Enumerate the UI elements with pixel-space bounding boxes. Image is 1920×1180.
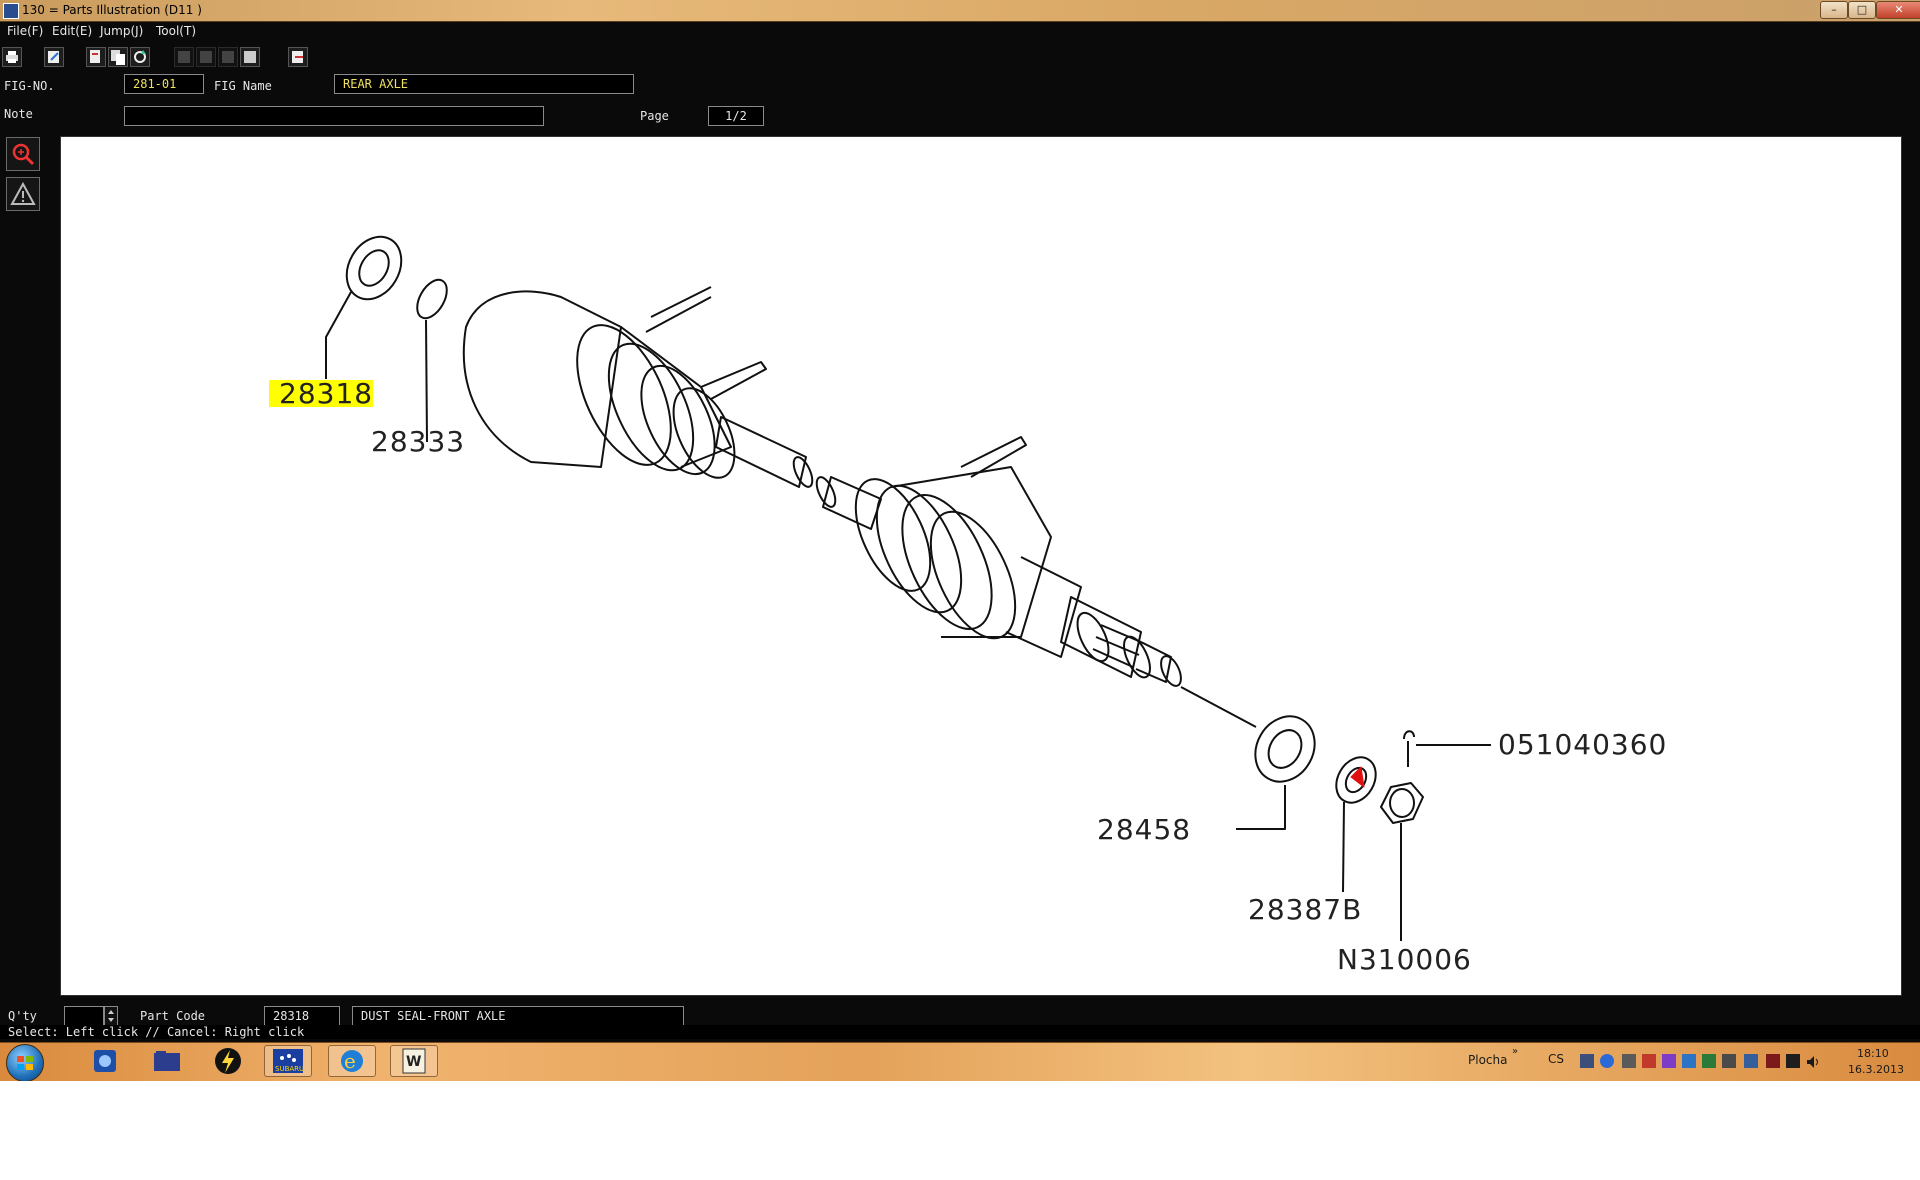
taskbar-app-3[interactable]: [204, 1045, 252, 1077]
qty-field[interactable]: [64, 1006, 104, 1026]
qty-stepper[interactable]: [104, 1006, 118, 1026]
copy-button[interactable]: [108, 47, 128, 67]
menu-file[interactable]: File(F): [7, 24, 43, 38]
edit-icon: [48, 51, 59, 63]
nav-next-icon: [200, 51, 212, 63]
edit-button[interactable]: [44, 47, 64, 67]
language-indicator[interactable]: CS: [1548, 1052, 1564, 1066]
window-title: 130 = Parts Illustration (D11 ): [22, 3, 202, 17]
page-field[interactable]: 1/2: [708, 106, 764, 126]
callout-28333[interactable]: 28333: [371, 425, 465, 458]
start-button[interactable]: [6, 1044, 44, 1082]
cotter-pin-part[interactable]: [1403, 730, 1415, 767]
part-code-label: Part Code: [140, 1009, 206, 1023]
note-label: Note: [4, 107, 33, 121]
callout-28318[interactable]: 28318: [279, 377, 373, 410]
menu-tool[interactable]: Tool(T): [156, 24, 196, 38]
callout-28458[interactable]: 28458: [1097, 813, 1191, 846]
exit-button[interactable]: [288, 47, 308, 67]
chevron-right-icon[interactable]: »: [1512, 1046, 1518, 1057]
clock-date[interactable]: 16.3.2013: [1848, 1063, 1904, 1076]
taskbar-app-2[interactable]: [142, 1045, 190, 1077]
qty-label: Q'ty: [8, 1009, 37, 1023]
part-name-field[interactable]: DUST SEAL-FRONT AXLE: [352, 1006, 684, 1026]
desktop-toolbar-label[interactable]: Plocha: [1468, 1053, 1507, 1067]
word-document-icon: W: [402, 1048, 426, 1074]
blue-app-icon: [94, 1050, 116, 1072]
blank-area: [0, 1081, 1920, 1180]
tray-app-icon[interactable]: [1642, 1054, 1656, 1068]
status-bar: Select: Left click // Cancel: Right clic…: [0, 1025, 1920, 1039]
taskbar-app-1[interactable]: [80, 1045, 128, 1077]
speaker-icon: [1807, 1056, 1818, 1068]
taskbar-app-ie[interactable]: e: [328, 1045, 376, 1077]
next-fig-button[interactable]: [196, 47, 216, 67]
svg-text:e: e: [344, 1049, 356, 1073]
clock-time[interactable]: 18:10: [1857, 1047, 1889, 1060]
washer-part[interactable]: [1244, 706, 1326, 793]
print-button[interactable]: [2, 47, 22, 67]
o-ring-part[interactable]: [411, 275, 453, 323]
folder-app-icon: [154, 1051, 180, 1071]
subaru-app-icon: SUBARU: [273, 1049, 304, 1073]
internet-explorer-icon: e: [341, 1049, 363, 1073]
rear-axle-drawing: 28318 28333 051040360 28458 28387B N3100…: [269, 235, 1667, 976]
note-field[interactable]: [124, 106, 544, 126]
fig-no-label: FIG-NO.: [4, 79, 55, 93]
tray-speaker-small-icon[interactable]: [1722, 1054, 1736, 1068]
printer-icon: [6, 51, 18, 63]
svg-text:W: W: [406, 1054, 421, 1070]
tray-chart-icon[interactable]: [1662, 1054, 1676, 1068]
tray-keyboard-icon[interactable]: [1580, 1054, 1594, 1068]
magnifier-icon: [12, 143, 35, 166]
windows-logo-icon: [17, 1056, 33, 1070]
svg-text:SUBARU: SUBARU: [275, 1065, 304, 1073]
app-icon: [3, 3, 19, 19]
nav-last-icon: [244, 51, 256, 63]
warning-icon: [10, 181, 36, 205]
menu-bar: [0, 22, 1920, 42]
window-title-bar[interactable]: 130 = Parts Illustration (D11 ) – □ ✕: [0, 0, 1920, 22]
taskbar-app-subaru[interactable]: SUBARU: [264, 1045, 312, 1077]
taskbar-app-word[interactable]: W: [390, 1045, 438, 1077]
menu-edit[interactable]: Edit(E): [52, 24, 92, 38]
first-fig-button[interactable]: [218, 47, 238, 67]
status-text: Select: Left click // Cancel: Right clic…: [8, 1025, 305, 1039]
parts-illustration-canvas[interactable]: 28318 28333 051040360 28458 28387B N3100…: [60, 136, 1902, 996]
maximize-button[interactable]: □: [1848, 1, 1876, 19]
tray-flag-icon[interactable]: [1766, 1054, 1780, 1068]
close-button[interactable]: ✕: [1876, 1, 1920, 19]
lightning-icon: [215, 1048, 241, 1074]
fig-name-field[interactable]: REAR AXLE: [334, 74, 634, 94]
zoom-button[interactable]: [6, 137, 40, 171]
tray-bluetooth-icon[interactable]: [1702, 1054, 1716, 1068]
search-parts-button[interactable]: [86, 47, 106, 67]
last-fig-button[interactable]: [240, 47, 260, 67]
prev-fig-button[interactable]: [174, 47, 194, 67]
nav-first-icon: [222, 51, 234, 63]
tray-power-icon[interactable]: [1744, 1054, 1758, 1068]
callout-051040360[interactable]: 051040360: [1498, 728, 1667, 761]
callout-n310006[interactable]: N310006: [1337, 943, 1472, 976]
tray-usb-icon[interactable]: [1622, 1054, 1636, 1068]
refresh-button[interactable]: [130, 47, 150, 67]
callout-28387b[interactable]: 28387B: [1248, 893, 1362, 926]
volume-icon[interactable]: [1806, 1054, 1820, 1068]
part-code-field[interactable]: 28318: [264, 1006, 340, 1026]
tray-network-monitor-icon[interactable]: [1786, 1054, 1800, 1068]
copy-icon: [111, 50, 125, 65]
tray-network-icon[interactable]: [1600, 1054, 1614, 1068]
refresh-icon: [134, 50, 146, 63]
fig-no-field[interactable]: 281-01: [124, 74, 204, 94]
menu-jump[interactable]: Jump(J): [100, 24, 143, 38]
stepper-arrows-icon: [108, 1010, 114, 1022]
nav-prev-icon: [178, 51, 190, 63]
fig-name-label: FIG Name: [214, 79, 272, 93]
document-search-icon: [90, 50, 100, 63]
tray-display-icon[interactable]: [1682, 1054, 1696, 1068]
exit-icon: [292, 51, 303, 63]
minimize-button[interactable]: –: [1820, 1, 1848, 19]
warning-button[interactable]: [6, 177, 40, 211]
page-label: Page: [640, 109, 669, 123]
